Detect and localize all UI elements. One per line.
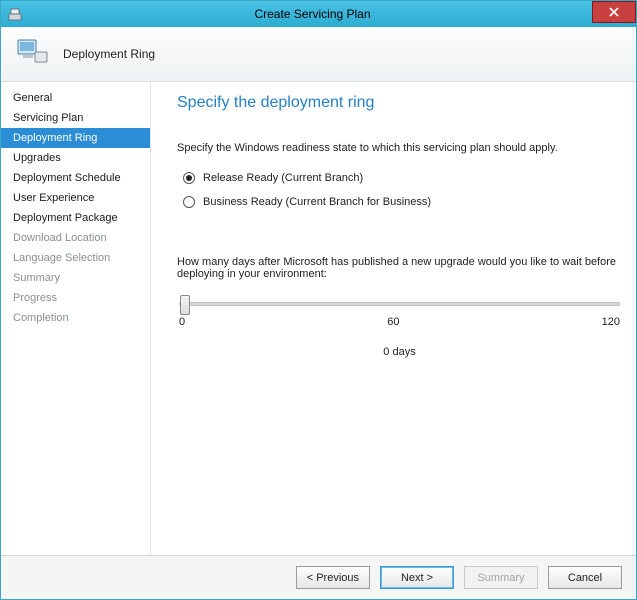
sidebar-item-completion: Completion (1, 308, 150, 328)
wizard-body: General Servicing Plan Deployment Ring U… (1, 82, 636, 555)
slider-max: 120 (602, 316, 620, 328)
cancel-button[interactable]: Cancel (548, 566, 622, 589)
sidebar-item-progress: Progress (1, 288, 150, 308)
sidebar-item-general[interactable]: General (1, 88, 150, 108)
sidebar-item-user-experience[interactable]: User Experience (1, 188, 150, 208)
sidebar-item-summary: Summary (1, 268, 150, 288)
header-label: Deployment Ring (63, 47, 155, 61)
radio-label: Release Ready (Current Branch) (203, 172, 363, 184)
sidebar-item-deployment-ring[interactable]: Deployment Ring (1, 128, 150, 148)
sidebar-item-upgrades[interactable]: Upgrades (1, 148, 150, 168)
radio-business-ready[interactable]: Business Ready (Current Branch for Busin… (183, 196, 622, 208)
close-icon (609, 7, 619, 17)
sidebar-item-download-location: Download Location (1, 228, 150, 248)
computer-icon (15, 36, 51, 72)
instruction-text: Specify the Windows readiness state to w… (177, 142, 622, 154)
radio-release-ready[interactable]: Release Ready (Current Branch) (183, 172, 622, 184)
app-icon (7, 6, 23, 22)
wizard-sidebar: General Servicing Plan Deployment Ring U… (1, 82, 151, 555)
slider-mid: 60 (387, 316, 399, 328)
slider-track (179, 302, 620, 306)
days-question: How many days after Microsoft has publis… (177, 256, 622, 280)
radio-label: Business Ready (Current Branch for Busin… (203, 196, 431, 208)
radio-icon (183, 196, 195, 208)
slider-ticks: 0 60 120 (179, 316, 620, 328)
next-button[interactable]: Next > (380, 566, 454, 589)
wizard-footer: < Previous Next > Summary Cancel (1, 555, 636, 599)
sidebar-item-language-selection: Language Selection (1, 248, 150, 268)
slider-value: 0 days (179, 346, 620, 358)
header-strip: Deployment Ring (1, 27, 636, 82)
sidebar-item-deployment-package[interactable]: Deployment Package (1, 208, 150, 228)
wizard-main: Specify the deployment ring Specify the … (151, 82, 636, 555)
slider-thumb[interactable] (180, 295, 190, 315)
wizard-window: Create Servicing Plan Deployment Ring Ge… (0, 0, 637, 600)
sidebar-item-servicing-plan[interactable]: Servicing Plan (1, 108, 150, 128)
titlebar: Create Servicing Plan (1, 1, 636, 27)
summary-button: Summary (464, 566, 538, 589)
radio-icon (183, 172, 195, 184)
slider-min: 0 (179, 316, 185, 328)
days-slider[interactable]: 0 60 120 0 days (177, 302, 622, 358)
page-heading: Specify the deployment ring (177, 94, 622, 112)
sidebar-item-deployment-schedule[interactable]: Deployment Schedule (1, 168, 150, 188)
window-title: Create Servicing Plan (29, 7, 636, 21)
close-button[interactable] (592, 1, 636, 23)
previous-button[interactable]: < Previous (296, 566, 370, 589)
